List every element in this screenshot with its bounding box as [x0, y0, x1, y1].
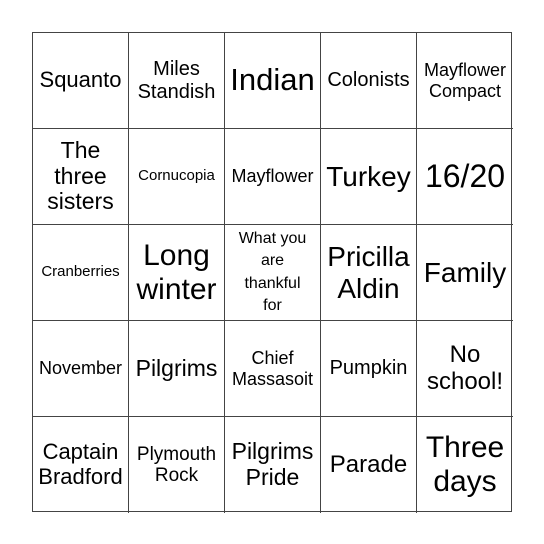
bingo-cell[interactable]: Chief Massasoit	[225, 321, 321, 417]
bingo-cell[interactable]: Pilgrims Pride	[225, 417, 321, 513]
bingo-cell[interactable]: What you are thankful for	[225, 225, 321, 321]
bingo-cell[interactable]: Cranberries	[33, 225, 129, 321]
bingo-cell[interactable]: Squanto	[33, 33, 129, 129]
bingo-cell[interactable]: 16/20	[417, 129, 513, 225]
bingo-cell[interactable]: Parade	[321, 417, 417, 513]
bingo-cell[interactable]: Indian	[225, 33, 321, 129]
bingo-cell[interactable]: Family	[417, 225, 513, 321]
bingo-cell[interactable]: Captain Bradford	[33, 417, 129, 513]
bingo-cell[interactable]: Mayflower	[225, 129, 321, 225]
bingo-cell[interactable]: Mayflower Compact	[417, 33, 513, 129]
bingo-cell[interactable]: Plymouth Rock	[129, 417, 225, 513]
bingo-cell[interactable]: Cornucopia	[129, 129, 225, 225]
bingo-cell[interactable]: Colonists	[321, 33, 417, 129]
bingo-card: Squanto Miles Standish Indian Colonists Mayf…	[32, 32, 513, 513]
bingo-cell[interactable]: The three sisters	[33, 129, 129, 225]
bingo-cell[interactable]: November	[33, 321, 129, 417]
bingo-cell[interactable]: Three days	[417, 417, 513, 513]
bingo-cell[interactable]: No school!	[417, 321, 513, 417]
bingo-cell[interactable]: Pricilla Aldin	[321, 225, 417, 321]
bingo-cell[interactable]: Pilgrims	[129, 321, 225, 417]
bingo-cell[interactable]: Miles Standish	[129, 33, 225, 129]
bingo-cell[interactable]: Long winter	[129, 225, 225, 321]
bingo-cell[interactable]: Turkey	[321, 129, 417, 225]
bingo-cell[interactable]: Pumpkin	[321, 321, 417, 417]
